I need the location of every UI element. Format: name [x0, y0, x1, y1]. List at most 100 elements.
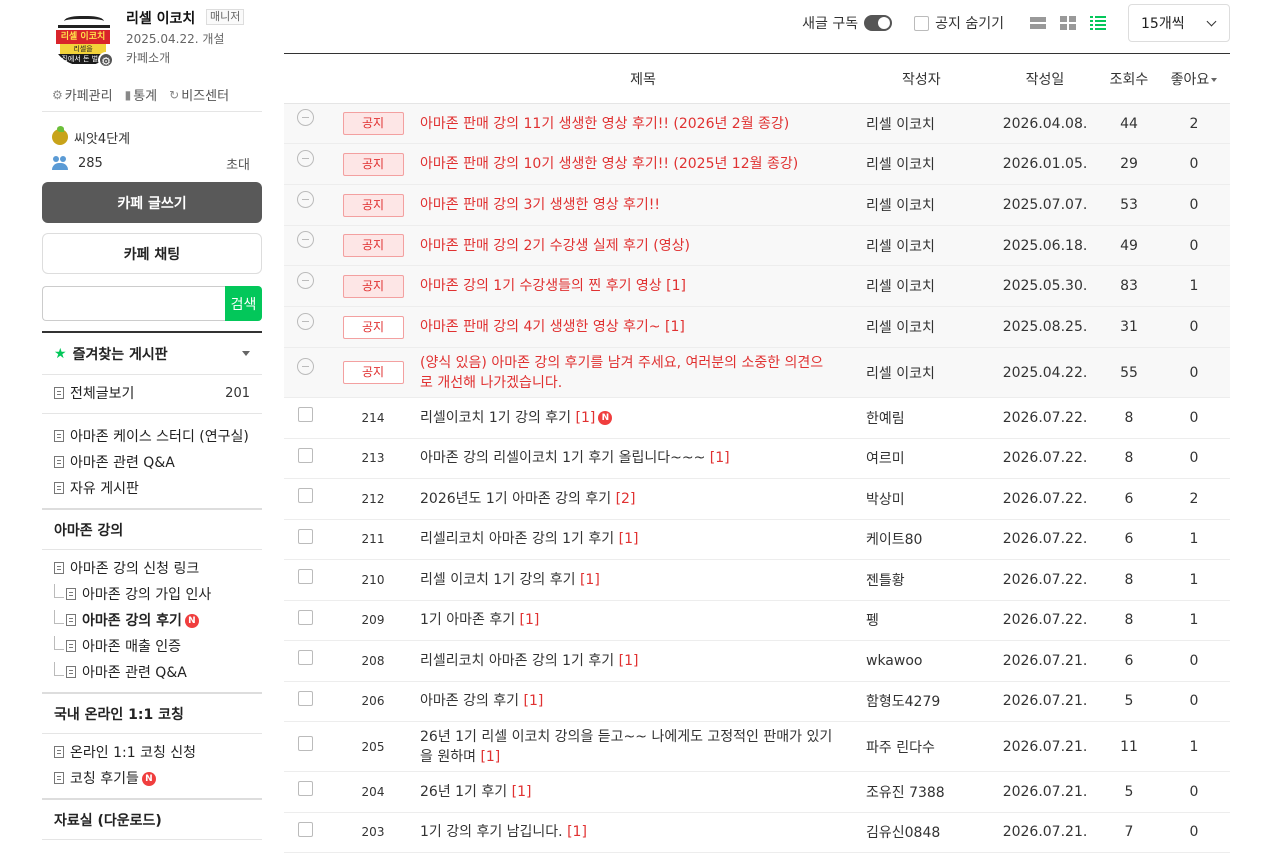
notice-row[interactable]: 공지 아마존 판매 강의 3기 생생한 영상 후기!! 리셀 이코치 2025.07…: [284, 184, 1230, 226]
author-link[interactable]: 조유진 7388: [866, 771, 990, 813]
post-title-link[interactable]: 2026년도 1기 아마존 강의 후기: [420, 491, 611, 507]
menu-item-sales-proof[interactable]: 아마존 매출 인증: [42, 634, 262, 660]
comment-count[interactable]: [1]: [567, 824, 587, 840]
post-title-link[interactable]: 아마존 판매 강의 2기 수강생 실제 후기 (영상): [420, 238, 690, 254]
cafe-chat-button[interactable]: 카페 채팅: [42, 233, 262, 274]
row-checkbox[interactable]: [297, 569, 313, 585]
comment-count[interactable]: [2]: [616, 491, 636, 507]
table-row[interactable]: 211 리셀리코치 아마존 강의 1기 후기 [1] 케이트80 2026.07.22…: [284, 519, 1230, 560]
comment-count[interactable]: [1]: [710, 450, 730, 466]
table-row[interactable]: 204 26년 1기 후기 [1] 조유진 7388 2026.07.21. 5 0: [284, 771, 1230, 813]
post-title-link[interactable]: 아마존 강의 후기: [420, 693, 519, 709]
table-row[interactable]: 205 26년 1기 리셀 이코치 강의을 듣고~~ 나에게도 고정적인 판매가 …: [284, 721, 1230, 772]
list-view-icon[interactable]: [1030, 16, 1046, 30]
author-link[interactable]: 리셀 이코치: [866, 103, 990, 144]
detail-list-view-icon[interactable]: [1090, 16, 1106, 30]
comment-count[interactable]: [1]: [666, 278, 686, 294]
post-title-link[interactable]: 리셀 이코치 1기 강의 후기: [420, 572, 576, 588]
per-page-select[interactable]: 15개씩: [1128, 4, 1230, 42]
post-title-link[interactable]: 리셀리코치 아마존 강의 1기 후기: [420, 653, 614, 669]
comment-count[interactable]: [1]: [580, 572, 600, 588]
notice-row[interactable]: 공지 아마존 판매 강의 2기 수강생 실제 후기 (영상) 리셀 이코치 2025…: [284, 225, 1230, 266]
author-link[interactable]: 김유신0848: [866, 812, 990, 853]
comment-count[interactable]: [1]: [665, 319, 685, 335]
comment-count[interactable]: [1]: [520, 612, 540, 628]
notice-row[interactable]: 공지 아마존 판매 강의 10기 생생한 영상 후기!! (2025년 12월 종…: [284, 143, 1230, 185]
search-button[interactable]: 검색: [225, 286, 262, 321]
table-row[interactable]: 214 리셀이코치 1기 강의 후기 [1] N 한예림 2026.07.22. 8 0: [284, 397, 1230, 439]
post-title-link[interactable]: 아마존 판매 강의 4기 생생한 영상 후기~: [420, 319, 661, 335]
row-checkbox[interactable]: [297, 736, 313, 751]
comment-count[interactable]: [1]: [512, 784, 532, 800]
caret-down-icon[interactable]: [242, 351, 250, 356]
notice-row[interactable]: 공지 (양식 있음) 아마존 강의 후기를 남겨 주세요, 여러분의 소중한 의견…: [284, 347, 1230, 398]
table-row[interactable]: 203 1기 강의 후기 남깁니다. [1] 김유신0848 2026.07.21. 7…: [284, 812, 1230, 853]
post-title-link[interactable]: (양식 있음) 아마존 강의 후기를 남겨 주세요, 여러분의 소중한 의견으로…: [420, 355, 823, 391]
notice-row[interactable]: 공지 아마존 강의 1기 수강생들의 찐 후기 영상 [1] 리셀 이코치 2025.…: [284, 265, 1230, 307]
table-row[interactable]: 209 1기 아마존 후기 [1] 펭 2026.07.22. 8 1: [284, 600, 1230, 641]
notice-row[interactable]: 공지 아마존 판매 강의 4기 생생한 영상 후기~ [1] 리셀 이코치 2025.…: [284, 306, 1230, 348]
author-link[interactable]: 리셀 이코치: [866, 225, 990, 266]
author-link[interactable]: 여르미: [866, 438, 990, 479]
menu-item-free-board[interactable]: 자유 게시판: [42, 476, 262, 502]
post-title-link[interactable]: 1기 강의 후기 남깁니다.: [420, 824, 563, 840]
post-title-link[interactable]: 리셀이코치 1기 강의 후기: [420, 410, 571, 426]
author-link[interactable]: 리셀 이코치: [866, 143, 990, 185]
header-likes-sort[interactable]: 좋아요: [1158, 53, 1230, 104]
comment-count[interactable]: [1]: [576, 410, 596, 426]
row-checkbox[interactable]: [297, 690, 313, 706]
table-row[interactable]: 212 2026년도 1기 아마존 강의 후기 [2] 박상미 2026.07.22.…: [284, 478, 1230, 520]
menu-item-all-posts[interactable]: 전체글보기 201: [42, 381, 262, 407]
author-link[interactable]: 리셀 이코치: [866, 347, 990, 398]
author-link[interactable]: 함형도4279: [866, 681, 990, 722]
row-checkbox[interactable]: [297, 528, 313, 544]
post-title-link[interactable]: 26년 1기 후기: [420, 784, 507, 800]
grid-view-icon[interactable]: [1060, 16, 1076, 30]
hide-notice-option[interactable]: 공지 숨기기: [914, 13, 1004, 33]
comment-count[interactable]: [1]: [619, 653, 639, 669]
author-link[interactable]: wkawoo: [866, 640, 990, 682]
author-link[interactable]: 리셀 이코치: [866, 184, 990, 226]
row-checkbox[interactable]: [297, 447, 313, 463]
comment-count[interactable]: [1]: [619, 531, 639, 547]
row-checkbox[interactable]: [297, 488, 313, 504]
author-link[interactable]: 케이트80: [866, 519, 990, 560]
menu-item-lecture-review[interactable]: 아마존 강의 후기 N: [42, 608, 262, 634]
row-checkbox[interactable]: [297, 407, 313, 423]
author-link[interactable]: 펭: [866, 600, 990, 641]
author-link[interactable]: 리셀 이코치: [866, 306, 990, 348]
toggle-switch[interactable]: [864, 15, 893, 31]
post-title-link[interactable]: 아마존 강의 리셀이코치 1기 후기 올립니다~~~: [420, 450, 705, 466]
menu-item-coaching-apply[interactable]: 온라인 1:1 코칭 신청: [42, 740, 262, 766]
post-title-link[interactable]: 아마존 판매 강의 10기 생생한 영상 후기!! (2025년 12월 종강): [420, 156, 798, 172]
gear-icon[interactable]: ⚙: [98, 52, 114, 68]
menu-item-lecture-qna[interactable]: 아마존 관련 Q&A: [42, 660, 262, 686]
invite-link[interactable]: 초대: [226, 154, 262, 173]
post-title-link[interactable]: 아마존 판매 강의 11기 생생한 영상 후기!! (2026년 2월 종강): [420, 116, 789, 132]
post-title-link[interactable]: 1기 아마존 후기: [420, 612, 515, 628]
hide-notice-checkbox[interactable]: [914, 15, 930, 31]
subscribe-toggle[interactable]: 새글 구독: [802, 13, 893, 33]
row-checkbox[interactable]: [297, 781, 313, 797]
table-row[interactable]: 208 리셀리코치 아마존 강의 1기 후기 [1] wkawoo 2026.07.2…: [284, 640, 1230, 682]
comment-count[interactable]: [1]: [480, 749, 500, 765]
cafe-name[interactable]: 리셀 이코치: [126, 8, 195, 28]
comment-count[interactable]: [1]: [524, 693, 544, 709]
table-row[interactable]: 206 아마존 강의 후기 [1] 함형도4279 2026.07.21. 5 0: [284, 681, 1230, 722]
row-checkbox[interactable]: [297, 821, 313, 837]
author-link[interactable]: 한예림: [866, 397, 990, 439]
author-link[interactable]: 리셀 이코치: [866, 265, 990, 307]
biz-center-link[interactable]: ↻ 비즈센터: [169, 85, 229, 105]
stats-link[interactable]: ▮ 통계: [125, 85, 158, 105]
row-checkbox[interactable]: [297, 650, 313, 666]
table-row[interactable]: 213 아마존 강의 리셀이코치 1기 후기 올립니다~~~ [1] 여르미 2026…: [284, 438, 1230, 479]
post-title-link[interactable]: 아마존 강의 1기 수강생들의 찐 후기 영상: [420, 278, 662, 294]
post-title-link[interactable]: 리셀리코치 아마존 강의 1기 후기: [420, 531, 614, 547]
post-title-link[interactable]: 아마존 판매 강의 3기 생생한 영상 후기!!: [420, 197, 660, 213]
row-checkbox[interactable]: [297, 609, 313, 625]
author-link[interactable]: 박상미: [866, 478, 990, 520]
favorites-header[interactable]: ★ 즐겨찾는 게시판: [42, 331, 262, 375]
notice-row[interactable]: 공지 아마존 판매 강의 11기 생생한 영상 후기!! (2026년 2월 종강…: [284, 103, 1230, 144]
search-input[interactable]: [42, 286, 225, 321]
author-link[interactable]: 젠틀황: [866, 559, 990, 601]
